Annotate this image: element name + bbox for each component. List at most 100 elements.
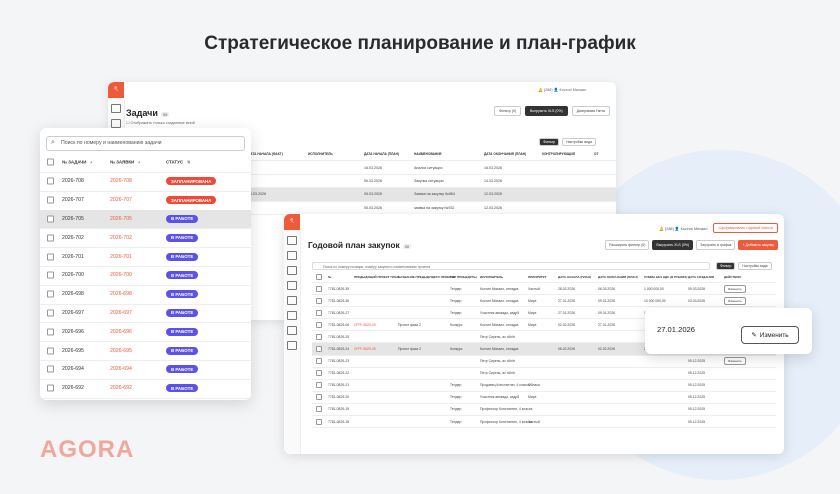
plan-row[interactable]: 7781-0829-19 Тендер Профессор Константин, … [312,404,776,417]
table-row[interactable]: 06.03.2026 Закупка ситуации 14.03.2026 [248,175,616,189]
task-row[interactable]: 2026-698 2026-698 В РАБОТЕ [40,285,251,305]
list-nav-icon[interactable] [287,281,297,290]
row-checkbox[interactable] [47,215,54,223]
column-header[interactable]: ТИП ПРОЦЕДУРЫ [450,275,477,279]
chart-nav-icon[interactable] [287,326,297,335]
row-checkbox[interactable] [47,234,54,242]
order-link[interactable]: 2026-695 [110,348,132,354]
column-header[interactable]: № [328,275,331,279]
column-header[interactable]: ДАТА НАЧАЛА (ПЛАН) [364,152,414,156]
task-row[interactable]: 2026-695 2026-695 В РАБОТЕ [40,341,251,361]
plan-row[interactable]: 7781-0829-21 Тендер Продавец Константин, 4… [312,380,776,392]
column-header[interactable]: НАИМЕНОВАНИЕ [414,152,484,156]
filter-button[interactable]: Расширить фильтр (0) [605,240,650,250]
gantt-toggle[interactable]: Диаграмма Ганта [571,106,610,116]
task-row[interactable]: 2026-700 2026-700 В РАБОТЕ [40,266,251,286]
app-logo-icon[interactable]: ৎ [108,82,124,98]
task-row[interactable]: 2026-702 2026-702 В РАБОТЕ [40,228,251,249]
task-row[interactable]: 2026-708 2026-708 ЗАПЛАНИРОВАНА [40,172,251,192]
app-logo-icon[interactable]: ৎ [284,214,300,230]
add-purchase-button[interactable]: + Добавить закупку [738,240,778,250]
plan-nav-icon[interactable] [287,266,297,275]
col-order[interactable]: № ЗАЯВКИ ⌕ [110,160,140,165]
apply-filter-button[interactable]: Фильтр [539,138,560,146]
column-header[interactable]: КОНТРОЛИРУЮЩИЙ [542,152,594,156]
column-header[interactable]: НАЗВАНИЕ ПРЕДЫДУЩЕГО ПРОЕКТА [398,275,455,279]
row-checkbox[interactable] [316,321,322,328]
row-checkbox[interactable] [316,370,322,377]
task-row[interactable]: 2026-705 2026-705 В РАБОТЕ [40,209,251,230]
order-link[interactable]: 2026-697 [110,310,132,316]
plan-row[interactable]: 7781-0829-20 Тендер Участник авокадо, кадр… [312,392,776,404]
column-header[interactable]: ИСПОЛНИТЕЛЬ [308,152,364,156]
table-row[interactable]: 05.03.2026 заявка на закупку №932 12.03.20… [248,202,616,215]
export-button[interactable]: Выгрузить XLS (0%) [525,106,568,116]
row-checkbox[interactable] [316,309,322,316]
task-search-input[interactable] [61,138,239,148]
order-link[interactable]: 2026-707 [110,197,132,203]
task-row[interactable]: 2026-694 2026-694 В РАБОТЕ [40,360,251,380]
row-checkbox[interactable] [47,196,54,204]
plan-cell-prev[interactable]: 2FFF-0829-05 [354,347,376,351]
generate-list-button[interactable]: Сформировать годовой список [713,223,778,233]
plan-row[interactable]: 7781-0829-36 Тендер Костин Михаил, отладка… [312,295,776,308]
row-checkbox[interactable] [316,297,322,304]
row-checkbox[interactable] [47,384,54,392]
plan-cell-prev[interactable]: 2FFF-0829-05 [354,323,376,327]
view-settings-button[interactable]: Настройки вида [738,262,772,270]
upload-button[interactable]: Загрузить в график [696,240,736,250]
row-checkbox[interactable] [316,418,322,425]
task-row[interactable]: 2026-697 2026-697 В РАБОТЕ [40,304,251,324]
user-header[interactable]: 🔔 (288) 👤 Костин Михаил [538,87,586,92]
bell-nav-icon[interactable] [287,251,297,260]
task-row[interactable]: 2026-692 2026-692 В РАБОТЕ [40,379,251,399]
row-checkbox[interactable] [316,285,322,292]
filter-button[interactable]: Фильтр (0) [493,106,521,116]
row-checkbox[interactable] [47,177,54,185]
column-header[interactable]: ДАТА ОКОНЧАНИЯ (ПЛАН) [484,152,542,156]
task-row[interactable]: 2026-707 2026-707 ЗАПЛАНИРОВАНА [40,191,251,211]
task-row[interactable]: 2026-696 2026-696 В РАБОТЕ [40,322,251,343]
column-header[interactable]: ПРЕДЫДУЩИЙ ПРОЕКТ ПЛАН [354,275,399,279]
column-header[interactable]: ДАТА НАЧАЛА (ФАКТ) [248,152,308,156]
row-edit-button[interactable]: Изменить [724,357,746,366]
edit-button[interactable]: ✎ Изменить [741,326,799,344]
tasks-nav-icon[interactable] [111,104,121,113]
column-header[interactable]: ДАТА ОКОНЧАНИЯ (ПЛАН) [598,275,638,279]
plan-row[interactable]: 7781-0829-39 Тендер Костин Михаил, отладка… [312,283,776,296]
grid-nav-icon[interactable] [287,311,297,320]
order-link[interactable]: 2026-700 [110,272,132,278]
row-checkbox[interactable] [316,382,322,389]
order-link[interactable]: 2026-708 [110,178,132,184]
column-header[interactable]: ДЕЙСТВИЯ [724,275,741,279]
show-own-checkbox[interactable]: ☐ Отображать только созданные мной [126,120,195,125]
order-link[interactable]: 2026-696 [110,329,132,335]
row-checkbox[interactable] [47,347,54,355]
col-task[interactable]: № ЗАДАЧИ ⌕ [62,160,93,165]
tasks-nav-icon[interactable] [287,236,297,245]
row-checkbox[interactable] [47,328,54,336]
table-row[interactable]: 16.03.2026 Анализ ситуации 16.03.2026 [248,161,616,175]
table-row[interactable]: 04.03.2026 05.03.2026 Заявка на закупку №8… [248,188,616,202]
view-settings-button[interactable]: Настройки вида [562,138,596,146]
docs-nav-icon[interactable] [111,119,121,128]
order-link[interactable]: 2026-698 [110,291,132,297]
order-link[interactable]: 2026-694 [110,366,132,372]
apply-filter-button[interactable]: Фильтр [716,262,736,270]
column-header[interactable]: ОТ [594,152,616,156]
plan-row[interactable]: 7781-0829-23 Петр Сирень, ax rAhitr 05.12.… [312,356,776,368]
export-button[interactable]: Выгрузить XLS (0%) [652,240,694,250]
copy-nav-icon[interactable] [287,296,297,305]
select-all-checkbox[interactable] [47,158,54,166]
task-row[interactable]: 2026-701 2026-701 В РАБОТЕ [40,247,251,267]
row-checkbox[interactable] [47,290,54,298]
row-edit-button[interactable]: Изменить [724,296,746,305]
order-link[interactable]: 2026-702 [110,235,132,241]
plan-row[interactable]: 7781-0829-22 Петр Сирень, ax rAhitr 05.12.… [312,368,776,380]
column-header[interactable]: СУММА БЕЗ НДС (В РУБЛЯХ) [644,275,687,279]
col-status[interactable]: СТАТУС ⇅ [166,160,190,165]
plan-row[interactable]: 7781-0829-18 Тендер Профессор Константин, … [312,416,776,429]
select-all-checkbox[interactable] [316,274,322,280]
order-link[interactable]: 2026-701 [110,254,132,260]
row-checkbox[interactable] [316,358,322,365]
